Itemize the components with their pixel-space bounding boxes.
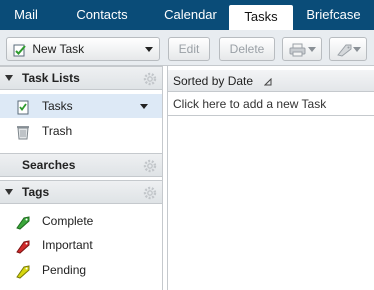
tags-header[interactable]: Tags (0, 180, 162, 204)
chevron-down-icon (353, 47, 361, 52)
gear-icon[interactable] (143, 71, 157, 86)
tags-label: Tags (22, 185, 50, 199)
tab-contacts[interactable]: Contacts (52, 0, 152, 30)
tag-label: Important (42, 238, 93, 252)
tag-label: Pending (42, 263, 87, 277)
new-task-button[interactable]: New Task (6, 37, 160, 61)
sort-label: Sorted by Date (173, 74, 254, 88)
tag-icon (336, 42, 354, 57)
task-lists-label: Task Lists (22, 71, 80, 85)
searches-label: Searches (22, 158, 76, 172)
tag-icon (15, 263, 31, 279)
chevron-down-icon[interactable] (145, 47, 153, 52)
sidebar-item-trash[interactable]: Trash (0, 119, 162, 143)
tasks-checklist-icon (15, 99, 31, 115)
tag-item-important[interactable]: Important (0, 233, 162, 257)
tag-icon (15, 238, 31, 254)
tab-briefcase[interactable]: Briefcase (293, 0, 374, 30)
app-tab-bar: Mail Contacts Calendar Tasks Briefcase (0, 0, 374, 30)
edit-button[interactable]: Edit (168, 37, 210, 61)
collapse-triangle-icon[interactable] (5, 75, 13, 81)
new-task-label: New Task (32, 42, 85, 56)
sort-header[interactable]: Sorted by Date (168, 70, 374, 92)
sidebar-item-label: Trash (42, 124, 73, 138)
chevron-down-icon[interactable] (140, 104, 148, 109)
sidebar-item-label: Tasks (42, 99, 73, 113)
searches-header[interactable]: Searches (0, 153, 162, 177)
tag-item-pending[interactable]: Pending (0, 258, 162, 282)
sidebar: Task Lists Tasks Trash Searches Tags Com… (0, 66, 163, 290)
sidebar-item-tasks[interactable]: Tasks (0, 94, 162, 118)
toolbar: New Task Edit Delete (0, 30, 374, 66)
task-lists-header[interactable]: Task Lists (0, 66, 162, 90)
print-button[interactable] (282, 37, 322, 61)
tab-tasks[interactable]: Tasks (229, 5, 293, 30)
trash-icon (15, 124, 31, 140)
sort-arrow-icon (264, 71, 272, 86)
collapse-triangle-icon[interactable] (5, 189, 13, 195)
gear-icon[interactable] (143, 158, 157, 173)
chevron-down-icon (308, 47, 316, 52)
tag-label: Complete (42, 214, 94, 228)
print-icon (289, 42, 307, 57)
new-task-icon (13, 42, 27, 57)
delete-button[interactable]: Delete (219, 37, 275, 61)
tag-button[interactable] (329, 37, 367, 61)
tab-mail[interactable]: Mail (0, 0, 52, 30)
add-new-task-row[interactable]: Click here to add a new Task (168, 93, 374, 116)
gear-icon[interactable] (143, 185, 157, 200)
tag-icon (15, 214, 31, 230)
tab-calendar[interactable]: Calendar (152, 0, 229, 30)
tag-item-complete[interactable]: Complete (0, 209, 162, 233)
task-list-panel: Sorted by Date Click here to add a new T… (167, 66, 374, 290)
